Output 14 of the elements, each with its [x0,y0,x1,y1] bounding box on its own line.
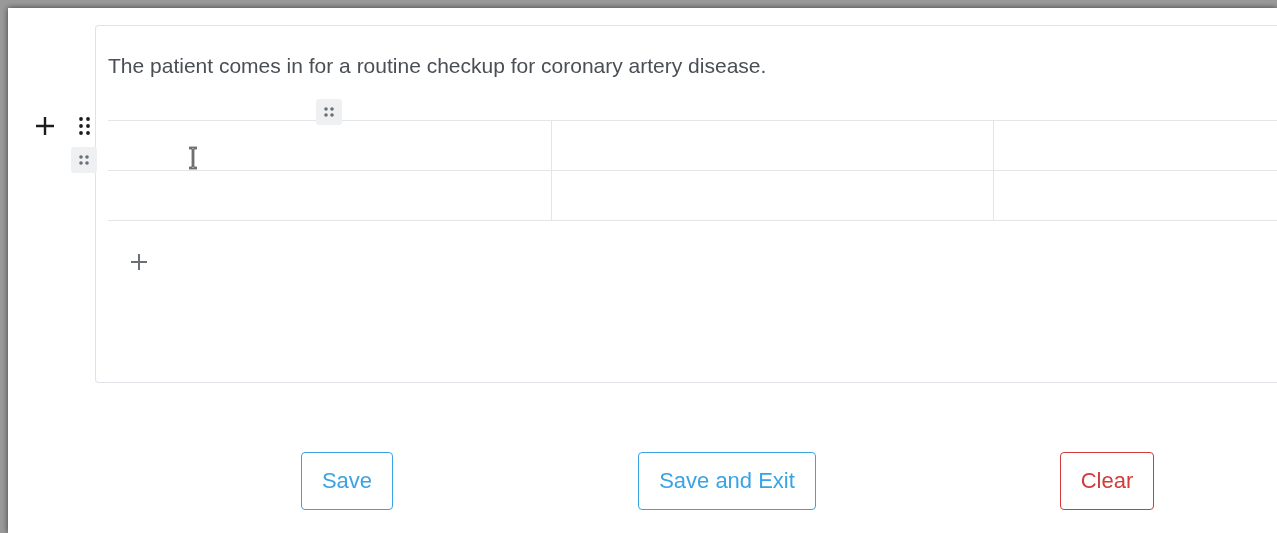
table-cell[interactable] [551,171,993,221]
table-cell[interactable] [993,121,1277,171]
drag-handle-icon[interactable] [79,116,91,136]
table-cell[interactable] [993,171,1277,221]
row-drag-handle[interactable] [71,147,97,173]
save-button[interactable]: Save [300,452,394,510]
column-drag-handle[interactable] [316,99,342,125]
paragraph-text: The patient comes in for a routine checkup for coronary artery disease. [108,53,768,79]
text-cursor-icon [187,146,199,170]
clear-button[interactable]: Clear [1059,452,1155,510]
add-block-icon[interactable] [35,116,55,136]
table-cell[interactable] [551,121,993,171]
save-button[interactable]: Save and Exit [638,452,816,510]
add-row-icon[interactable] [130,253,148,271]
